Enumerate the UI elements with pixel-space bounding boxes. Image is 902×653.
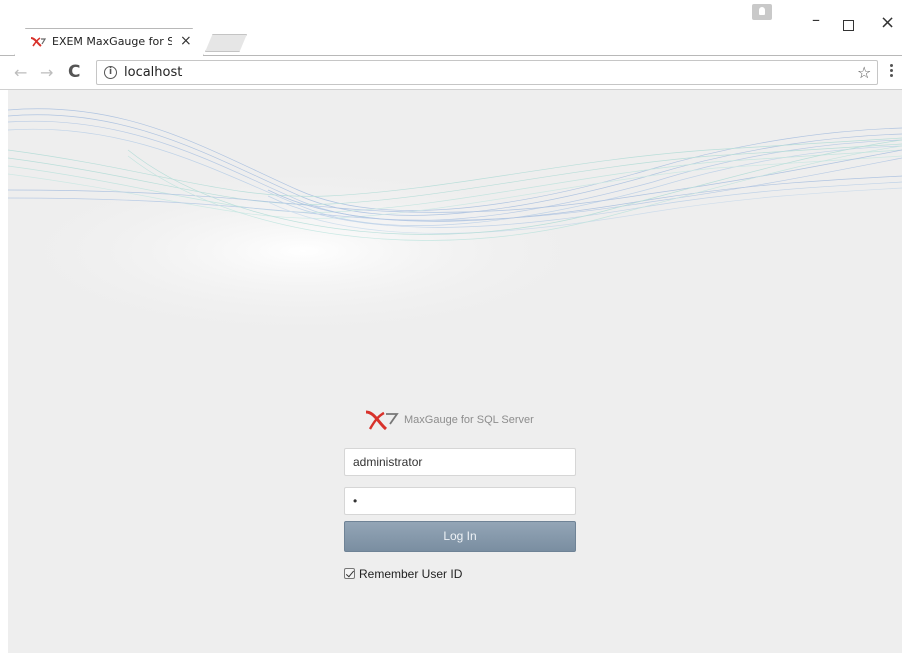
tab-title: EXEM MaxGauge for SQL <box>52 35 172 48</box>
minimize-button[interactable]: – <box>812 10 820 29</box>
forward-arrow-icon[interactable]: → <box>40 63 53 82</box>
window-close-button[interactable]: × <box>880 12 895 33</box>
site-info-icon[interactable]: i <box>104 66 117 79</box>
wave-background-graphic <box>8 90 902 350</box>
tab-close-icon[interactable]: × <box>180 33 192 49</box>
remember-user-id-label[interactable]: Remember User ID <box>359 567 462 581</box>
new-tab-button[interactable] <box>205 34 247 52</box>
kebab-menu-icon[interactable] <box>890 64 894 80</box>
back-arrow-icon[interactable]: ← <box>14 63 27 82</box>
url-text[interactable]: localhost <box>124 65 182 80</box>
username-input[interactable]: administrator <box>344 448 576 476</box>
reload-icon[interactable]: C <box>68 62 80 82</box>
page-viewport: MaxGauge for SQL Server administrator • … <box>8 90 902 653</box>
login-button[interactable]: Log In <box>344 521 576 552</box>
brand-header: MaxGauge for SQL Server <box>364 408 584 434</box>
maximize-button[interactable] <box>843 20 854 31</box>
checkbox-checked-icon[interactable] <box>344 568 355 579</box>
maxgauge-logo-icon <box>365 410 399 431</box>
browser-tab-content[interactable]: EXEM MaxGauge for SQL × <box>14 28 204 56</box>
product-name: MaxGauge for SQL Server <box>404 414 534 426</box>
browser-toolbar: ← → C i localhost ☆ <box>0 56 902 90</box>
star-icon[interactable]: ☆ <box>857 63 871 82</box>
browser-titlebar: EXEM MaxGauge for SQL × – × <box>0 0 902 56</box>
password-input[interactable]: • <box>344 487 576 515</box>
address-bar[interactable]: i localhost ☆ <box>96 60 878 85</box>
profile-icon[interactable] <box>752 4 772 20</box>
maxgauge-favicon-icon <box>30 37 46 47</box>
